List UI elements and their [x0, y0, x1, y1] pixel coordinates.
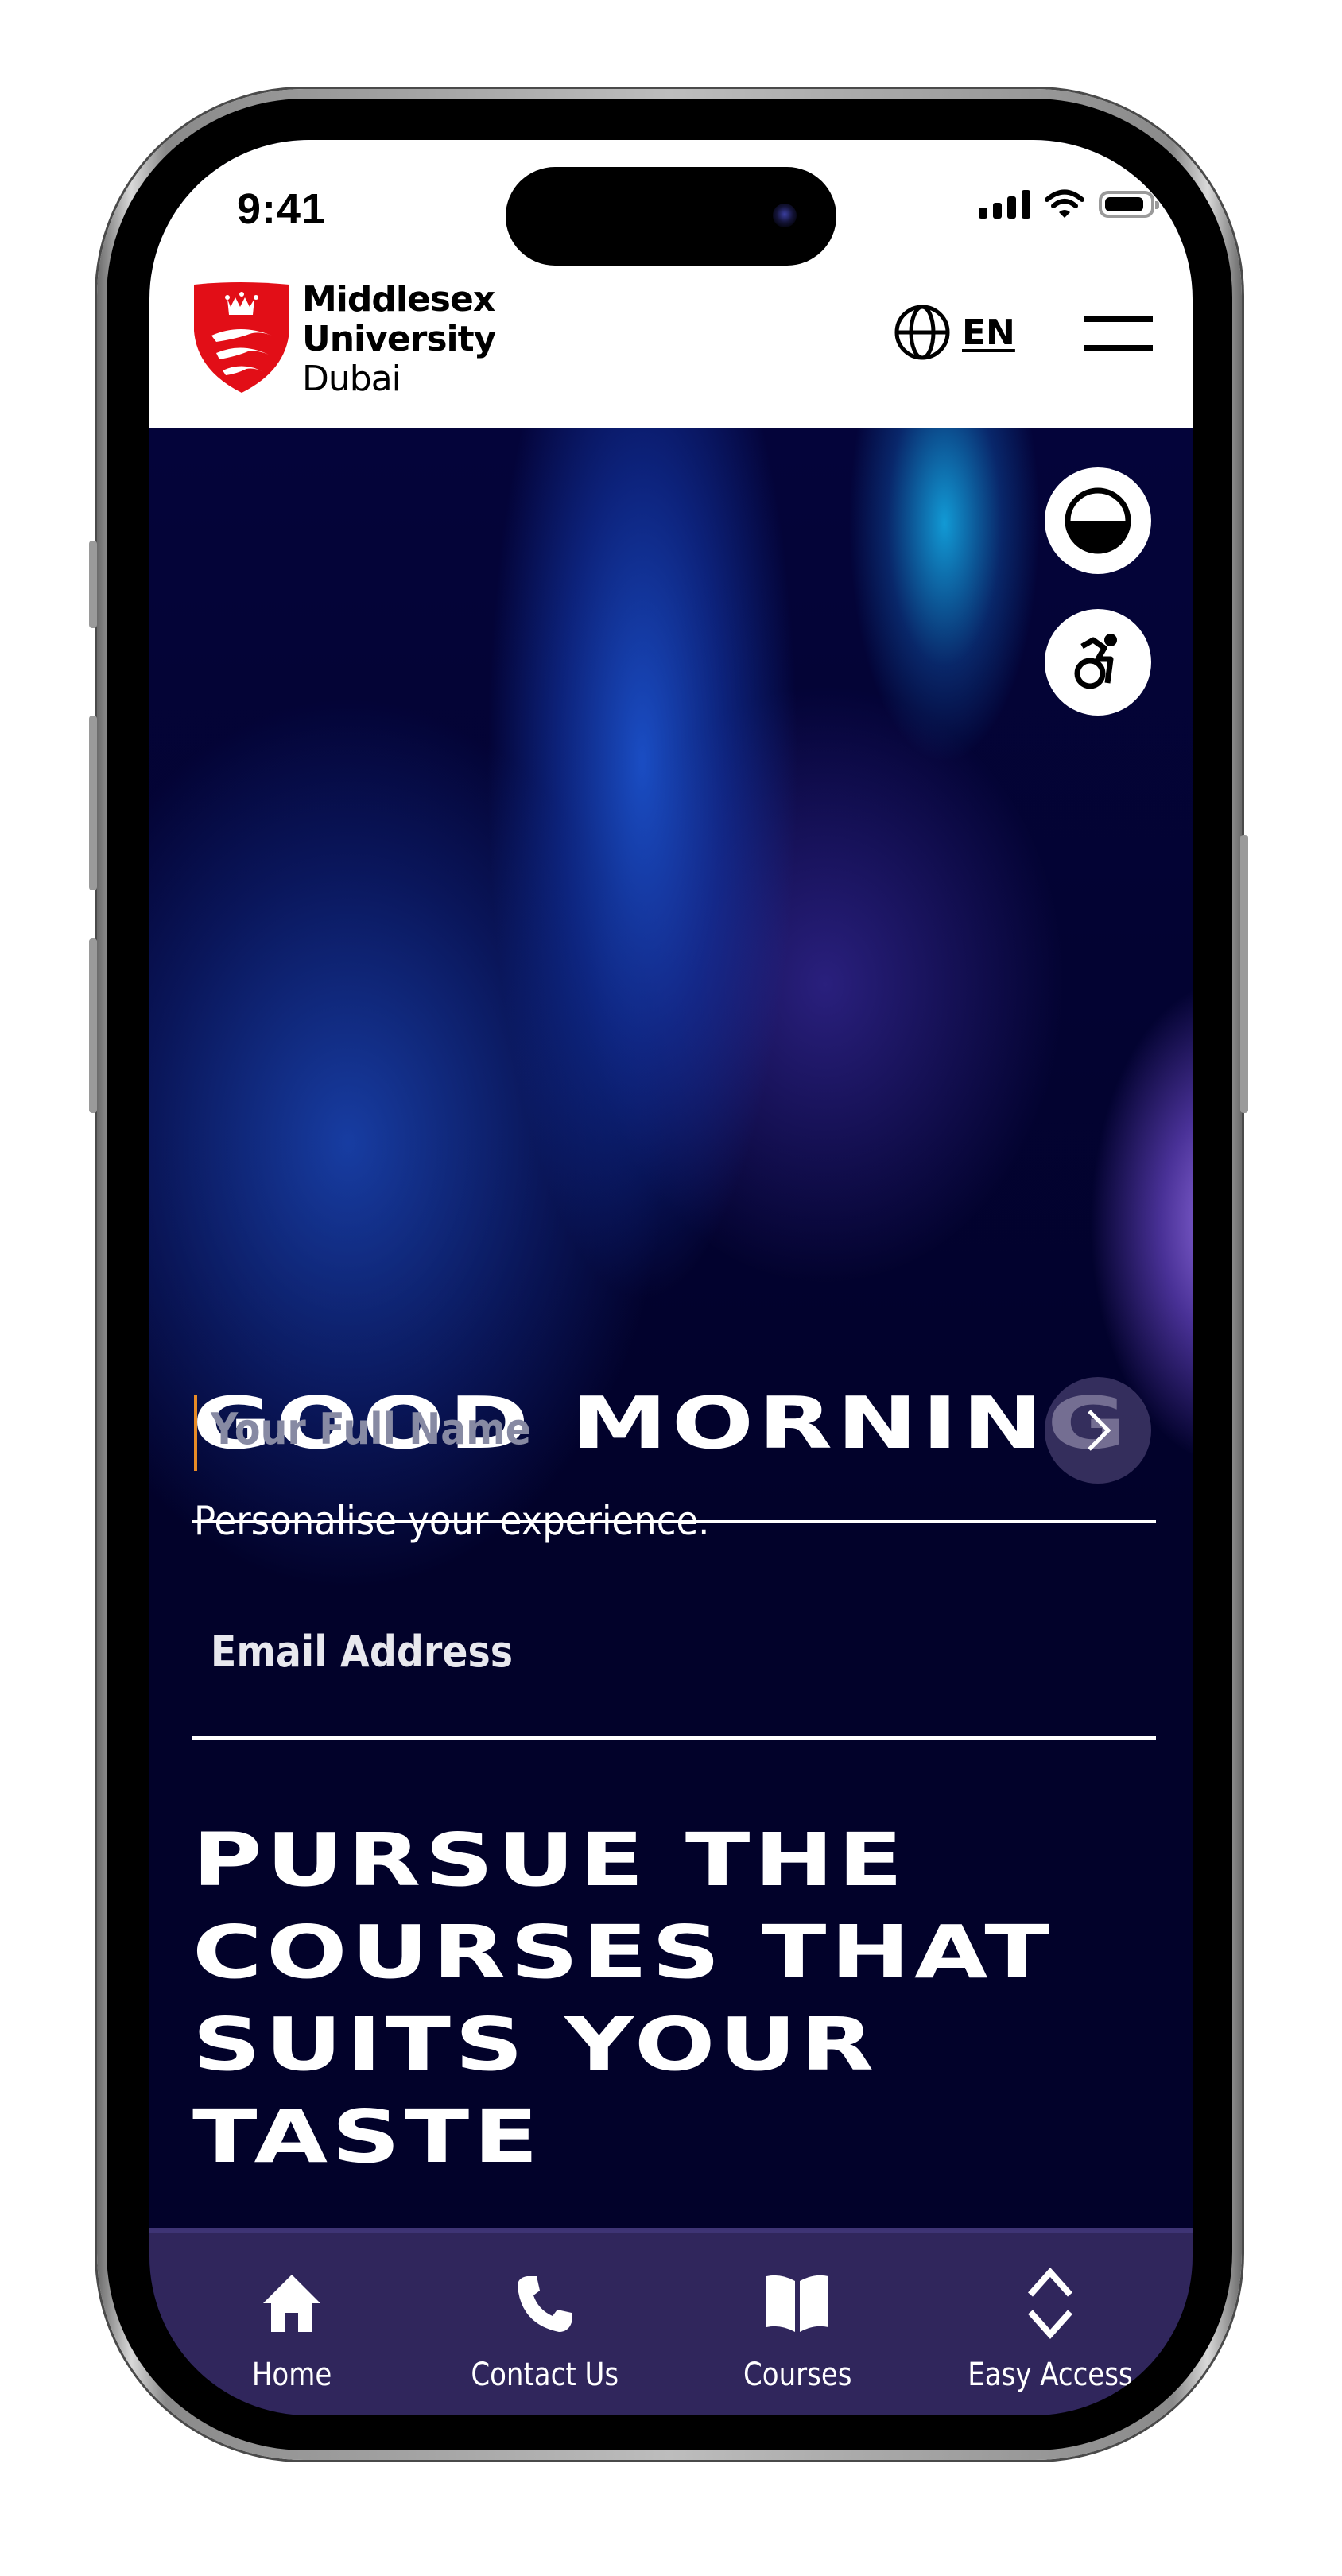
- headline-line: SUITS YOUR: [192, 2002, 879, 2087]
- shield-logo-icon: [194, 282, 289, 393]
- contrast-icon: [1065, 487, 1131, 554]
- nav-contact-us[interactable]: Contact Us: [425, 2233, 664, 2393]
- app-screen: 9:41 Middlesex University Dubai EN GOOD …: [149, 140, 1193, 2415]
- headline-line: COURSES THAT: [192, 1910, 1054, 1995]
- accessibility-button[interactable]: [1045, 609, 1151, 716]
- bottom-navigation: Home Contact Us Courses Easy Access: [149, 2228, 1193, 2415]
- nav-easy-access[interactable]: Easy Access: [931, 2233, 1169, 2393]
- contrast-toggle-button[interactable]: [1045, 467, 1151, 574]
- phone-icon: [518, 2276, 572, 2332]
- header-area: 9:41 Middlesex University Dubai EN: [149, 140, 1193, 428]
- logo-line-1: Middlesex: [302, 279, 495, 320]
- logo-line-2: University: [302, 319, 496, 359]
- phone-volume-up-button: [89, 716, 97, 890]
- language-selector[interactable]: EN: [894, 304, 1015, 361]
- nav-home[interactable]: Home: [173, 2233, 411, 2393]
- full-name-input[interactable]: [192, 1404, 910, 1454]
- university-logo[interactable]: Middlesex University Dubai: [192, 279, 496, 399]
- chevron-up-down-icon: [1028, 2268, 1072, 2339]
- dynamic-island: [506, 167, 836, 266]
- nav-courses[interactable]: Courses: [678, 2233, 917, 2393]
- logo-text: Middlesex University Dubai: [302, 279, 496, 399]
- email-input[interactable]: [192, 1627, 910, 1677]
- headline-line: TASTE: [192, 2094, 543, 2179]
- book-icon: [766, 2275, 828, 2332]
- nav-contact-label: Contact Us: [471, 2357, 619, 2393]
- status-time: 9:41: [237, 185, 327, 233]
- accessibility-wheelchair-icon: [1074, 634, 1117, 689]
- email-field[interactable]: [192, 1608, 1156, 1740]
- phone-volume-down-button: [89, 938, 97, 1113]
- status-icons: [979, 189, 1159, 219]
- nav-home-label: Home: [251, 2357, 332, 2393]
- submit-next-button[interactable]: [1045, 1377, 1151, 1484]
- nav-courses-label: Courses: [743, 2357, 852, 2393]
- logo-line-3: Dubai: [302, 359, 401, 399]
- camera-icon: [773, 204, 797, 227]
- headline-line: PURSUE THE: [192, 1818, 907, 1903]
- chevron-right-icon: [1088, 1410, 1111, 1451]
- phone-power-button: [1240, 835, 1248, 1113]
- phone-action-button: [89, 541, 97, 628]
- full-name-field[interactable]: [192, 1388, 1156, 1523]
- battery-icon: [1099, 191, 1159, 218]
- wifi-icon: [1045, 189, 1084, 218]
- cellular-signal-icon: [979, 190, 1030, 219]
- hamburger-menu-icon[interactable]: [1084, 316, 1153, 351]
- language-label[interactable]: EN: [962, 312, 1015, 353]
- home-icon: [263, 2275, 320, 2332]
- nav-easy-access-label: Easy Access: [968, 2357, 1133, 2393]
- promo-headline: PURSUE THE COURSES THAT SUITS YOUR TASTE: [192, 1814, 1053, 2183]
- globe-icon: [894, 305, 950, 360]
